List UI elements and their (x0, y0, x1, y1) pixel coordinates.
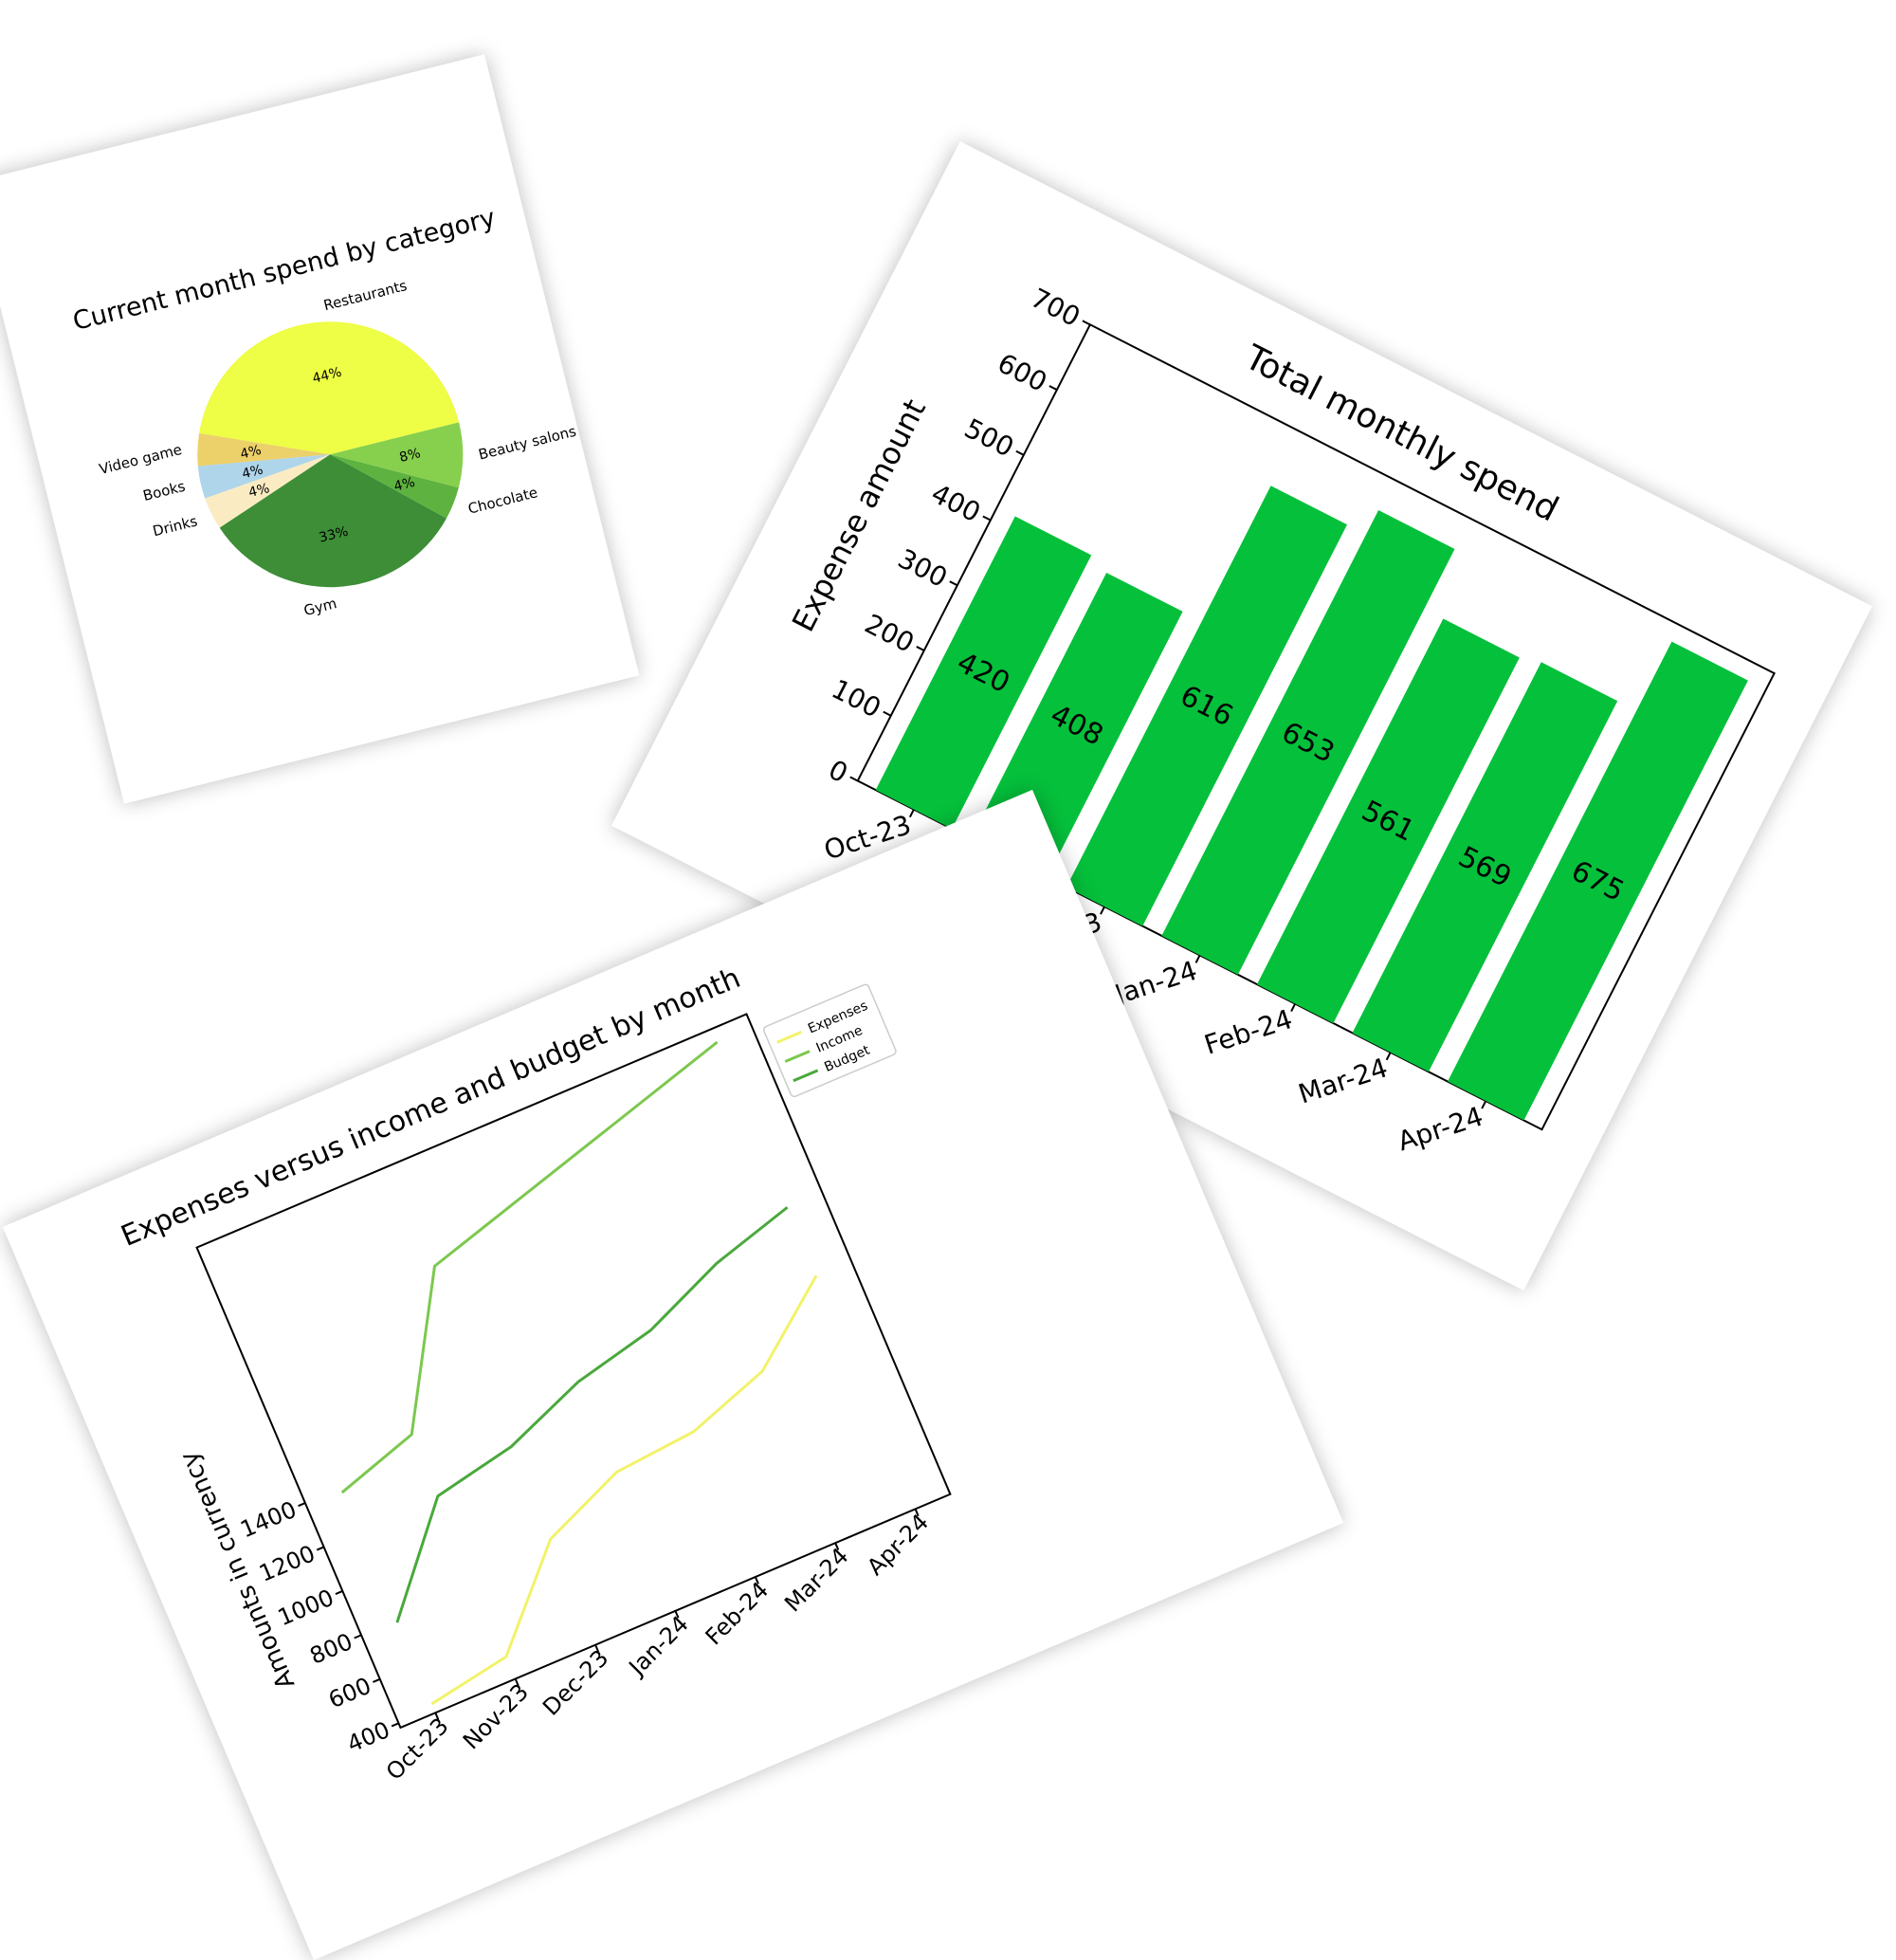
line-y-tick-label: 1200 (255, 1540, 319, 1587)
pie-category-label: Restaurants (321, 277, 409, 314)
line-x-axis: Oct-23 Nov-23 Dec-23 Jan-24 Feb-24 Mar-24 Apr-… (381, 1508, 934, 1786)
pie-category-label: Beauty salons (477, 423, 578, 464)
bar-x-tick (1290, 1003, 1297, 1013)
line-y-tick (316, 1546, 325, 1551)
bar-y-tick (849, 776, 859, 782)
line-series-path (395, 1206, 789, 1623)
pie-slices (197, 321, 464, 588)
line-x-tick-label: Dec-23 (538, 1644, 613, 1720)
line-plot-frame (195, 1013, 952, 1730)
bar-ylabel: Expense amount (785, 394, 933, 637)
bar-y-tick (982, 515, 992, 522)
bar-x-tick (1194, 954, 1201, 963)
bar-y-tick-label: 0 (824, 754, 853, 789)
bar-y-tick (1048, 385, 1058, 391)
bar-y-tick-label: 400 (926, 478, 986, 529)
line-x-tick-label: Oct-23 (381, 1713, 454, 1786)
bar-y-tick (1082, 320, 1091, 326)
line-y-tick (373, 1677, 381, 1683)
line-y-tick-label: 600 (324, 1673, 374, 1714)
pie-category-label: Video game (98, 441, 184, 478)
bar-y-tick-label: 200 (860, 608, 920, 659)
bar-y-tick (916, 646, 925, 651)
line-y-tick-label: 1400 (237, 1496, 301, 1544)
line-title: Expenses versus income and budget by mon… (117, 962, 745, 1254)
bar-y-tick (949, 580, 958, 587)
bar-y-tick-label: 100 (827, 673, 886, 724)
bar-y-tick-label: 600 (993, 347, 1052, 398)
bar-x-tick-label: Apr-24 (1394, 1100, 1486, 1157)
pie-category-label: Drinks (151, 512, 199, 540)
line-series-path (340, 1040, 719, 1494)
line-y-tick (298, 1502, 306, 1508)
pie-chart-card: Current month spend by category 44% Resta… (0, 54, 640, 804)
pie-title: Current month spend by category (70, 203, 499, 337)
line-y-tick-label: 400 (343, 1716, 393, 1758)
bar-y-tick-label: 500 (959, 412, 1019, 464)
line-y-tick (335, 1590, 343, 1595)
pie-category-label: Books (141, 478, 187, 504)
pie-category-label: Gym (302, 595, 338, 619)
bar-x-tick (908, 809, 915, 818)
line-y-tick (391, 1722, 399, 1728)
bar-y-tick-label: 700 (1026, 282, 1085, 333)
line-x-tick-label: Nov-23 (458, 1678, 534, 1754)
bar-y-tick-label: 300 (893, 542, 953, 594)
line-legend: ExpensesIncomeBudget (762, 983, 897, 1098)
line-series-path (430, 1274, 818, 1706)
line-x-tick-label: Feb-24 (701, 1577, 775, 1651)
bar-x-tick (1385, 1052, 1392, 1061)
line-x-tick-label: Apr-24 (862, 1509, 934, 1581)
pie-category-label: Chocolate (466, 484, 539, 518)
bar-y-tick (1015, 449, 1025, 456)
pie-chart: Current month spend by category 44%Resta… (70, 203, 578, 619)
bar-y-tick (883, 710, 892, 717)
bar-x-tick (1100, 906, 1105, 915)
line-x-tick-label: Mar-24 (779, 1543, 853, 1617)
line-y-tick-label: 800 (306, 1628, 356, 1670)
line-y-tick-label: 1000 (274, 1584, 337, 1632)
line-y-tick (354, 1634, 362, 1639)
bar-x-tick-label: Feb-24 (1200, 1003, 1296, 1061)
bar-x-tick (1481, 1100, 1487, 1109)
bar-x-tick-label: Mar-24 (1295, 1052, 1392, 1109)
line-x-tick-label: Jan-24 (623, 1611, 694, 1682)
